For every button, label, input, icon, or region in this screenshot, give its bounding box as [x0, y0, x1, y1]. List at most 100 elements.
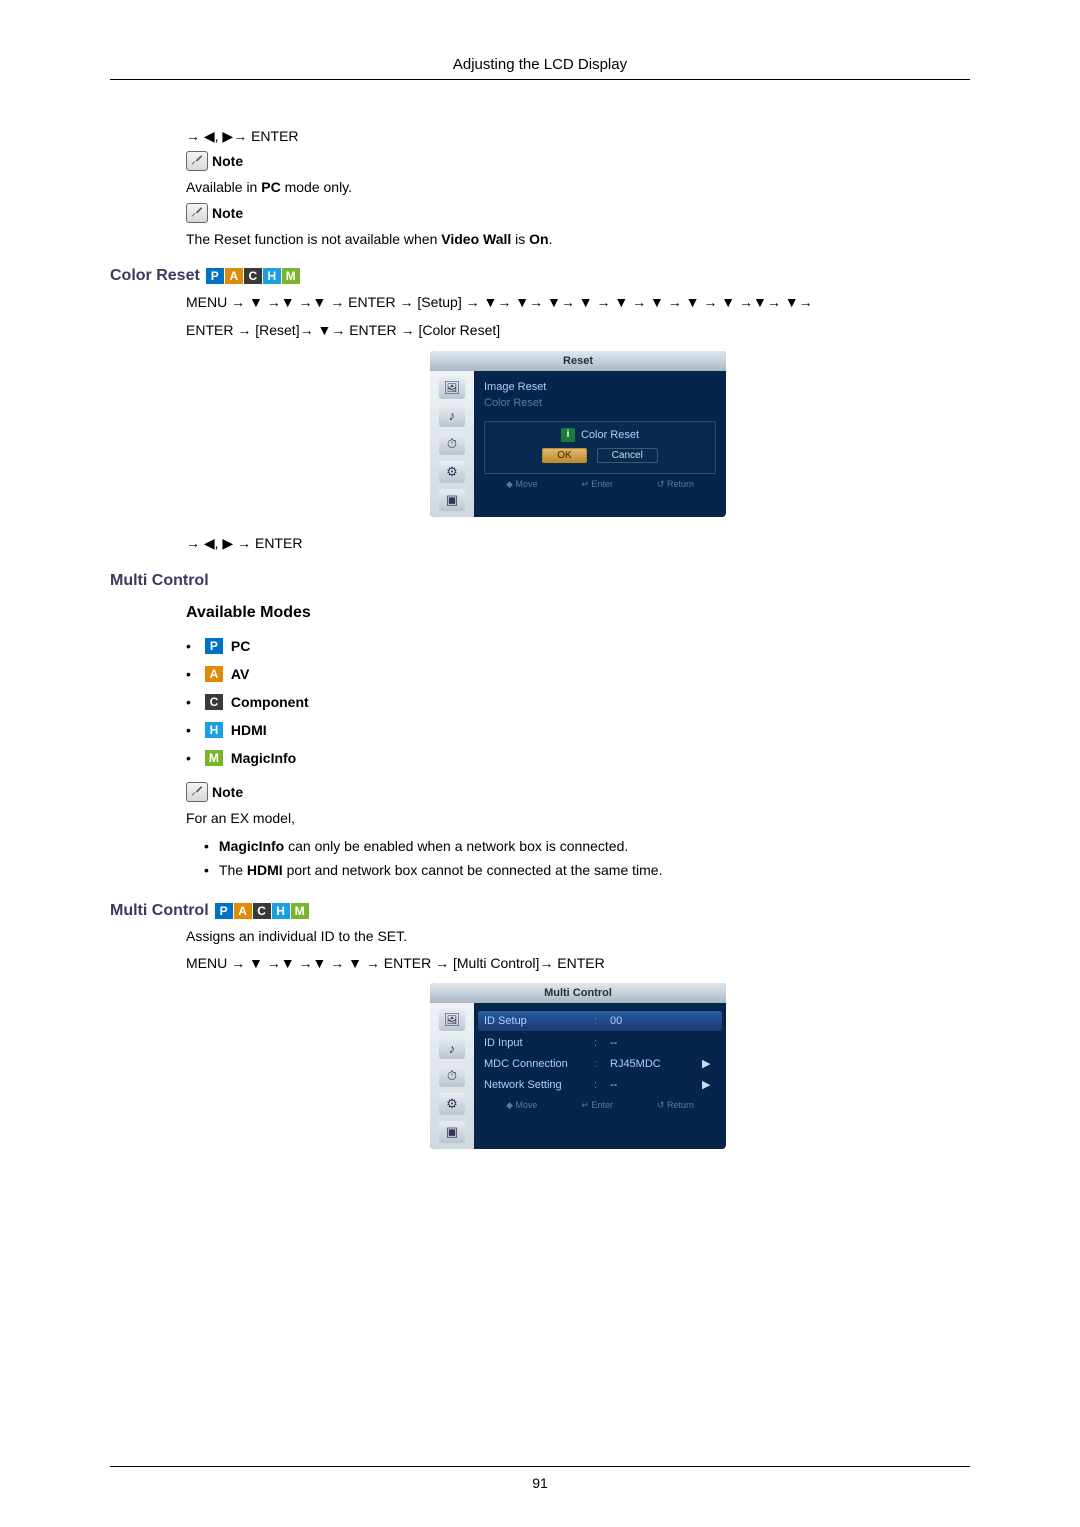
- osd-row-value: RJ45MDC: [610, 1058, 702, 1070]
- mode-label: Component: [231, 694, 309, 710]
- mode-badge-a: A: [205, 666, 223, 682]
- osd-row-value: 00: [610, 1015, 716, 1027]
- osd-row-sep: :: [594, 1058, 610, 1070]
- osd-footer-move: ◆ Move: [506, 479, 537, 490]
- section-title-multi-control: Multi Control: [110, 572, 970, 590]
- mode-badges: P A C H M: [215, 903, 309, 919]
- osd-item-image-reset[interactable]: Image Reset: [484, 379, 716, 395]
- menu-path-line-2: ENTER → [Reset]→ ▼→ ENTER → [Color Reset…: [186, 319, 970, 343]
- osd-row-sep: :: [594, 1015, 610, 1027]
- osd-title: Multi Control: [430, 983, 726, 1003]
- mode-badges: P A C H M: [206, 268, 300, 284]
- badge-a: A: [234, 903, 252, 919]
- mode-item: P PC: [186, 632, 970, 660]
- osd-panel-reset: Reset 🖼 ♪ ⏱ ⚙ ▣ Image Reset Color Reset …: [430, 351, 726, 517]
- mode-item: M MagicInfo: [186, 744, 970, 772]
- note-label: Note: [212, 153, 243, 169]
- section-title-color-reset: Color Reset P A C H M: [110, 267, 970, 285]
- side-icon-picture: 🖼: [439, 377, 465, 399]
- side-icon-setup: ⚙: [439, 461, 465, 483]
- footer-rule: [110, 1466, 970, 1467]
- osd-footer-move: ◆ Move: [506, 1100, 537, 1111]
- nav-arrow-enter-2: → ◀, ▶ → ENTER: [186, 535, 970, 552]
- nav-arrow-enter-1: → ◀, ▶→ ENTER: [186, 128, 970, 145]
- side-icon-sound: ♪: [439, 405, 465, 427]
- badge-h: H: [263, 268, 281, 284]
- osd-row-sep: :: [594, 1037, 610, 1049]
- mode-label: AV: [231, 666, 249, 682]
- mode-label: HDMI: [231, 722, 267, 738]
- osd-footer-return: ↺ Return: [657, 1100, 694, 1111]
- osd-row-sep: :: [594, 1079, 610, 1091]
- note-bullets: MagicInfo can only be enabled when a net…: [186, 834, 970, 882]
- osd-row[interactable]: MDC Connection:RJ45MDC▶: [484, 1053, 716, 1074]
- note-icon: [186, 151, 208, 171]
- osd-row-label: MDC Connection: [484, 1058, 594, 1070]
- page-header-title: Adjusting the LCD Display: [110, 56, 970, 80]
- mode-item: C Component: [186, 688, 970, 716]
- osd-side-icons: 🖼 ♪ ⏱ ⚙ ▣: [430, 371, 474, 517]
- mode-badge-h: H: [205, 722, 223, 738]
- note-label: Note: [212, 784, 243, 800]
- note-bullet: MagicInfo can only be enabled when a net…: [186, 834, 970, 858]
- badge-p: P: [206, 268, 224, 284]
- menu-path-multi-control: MENU → ▼ →▼ →▼ → ▼ → ENTER → [Multi Cont…: [186, 952, 970, 976]
- mode-item: A AV: [186, 660, 970, 688]
- mode-badge-m: M: [205, 750, 223, 766]
- mode-item: H HDMI: [186, 716, 970, 744]
- mode-badge-c: C: [205, 694, 223, 710]
- side-icon-multi: ▣: [439, 1121, 465, 1143]
- note-icon: [186, 782, 208, 802]
- badge-p: P: [215, 903, 233, 919]
- side-icon-sound: ♪: [439, 1037, 465, 1059]
- osd-row-value: --: [610, 1079, 702, 1091]
- note-label: Note: [212, 205, 243, 221]
- osd-footer-return: ↺ Return: [657, 479, 694, 490]
- badge-h: H: [272, 903, 290, 919]
- mode-badge-p: P: [205, 638, 223, 654]
- badge-a: A: [225, 268, 243, 284]
- side-icon-picture: 🖼: [439, 1009, 465, 1031]
- osd-footer-enter: ↵ Enter: [581, 1100, 613, 1111]
- mode-label: PC: [231, 638, 250, 654]
- page-number: 91: [0, 1475, 1080, 1491]
- osd-confirm-dialog: i Color Reset OK Cancel: [484, 421, 716, 474]
- osd-row-label: Network Setting: [484, 1079, 594, 1091]
- section-title-multi-control-2: Multi Control P A C H M: [110, 902, 970, 920]
- chevron-right-icon: ▶: [702, 1057, 716, 1070]
- osd-row[interactable]: Network Setting:--▶: [484, 1074, 716, 1095]
- note-lead-text: For an EX model,: [186, 810, 970, 826]
- osd-row-label: ID Setup: [484, 1015, 594, 1027]
- multi-control-desc: Assigns an individual ID to the SET.: [186, 928, 970, 944]
- side-icon-setup: ⚙: [439, 1093, 465, 1115]
- side-icon-multi: ▣: [439, 489, 465, 511]
- osd-confirm-title-text: Color Reset: [581, 429, 639, 441]
- badge-c: C: [244, 268, 262, 284]
- side-icon-clock: ⏱: [439, 1065, 465, 1087]
- osd-side-icons: 🖼 ♪ ⏱ ⚙ ▣: [430, 1003, 474, 1149]
- subheading-available-modes: Available Modes: [186, 604, 970, 622]
- osd-row-value: --: [610, 1037, 716, 1049]
- side-icon-clock: ⏱: [439, 433, 465, 455]
- badge-c: C: [253, 903, 271, 919]
- mode-label: MagicInfo: [231, 750, 296, 766]
- note-text-2: The Reset function is not available when…: [186, 231, 970, 247]
- available-modes-list: P PC A AV C Component H HDMI M MagicInfo: [186, 632, 970, 772]
- osd-row[interactable]: ID Input:--: [484, 1033, 716, 1053]
- badge-m: M: [282, 268, 300, 284]
- note-icon: [186, 203, 208, 223]
- chevron-right-icon: ▶: [702, 1078, 716, 1091]
- osd-cancel-button[interactable]: Cancel: [597, 448, 658, 463]
- osd-ok-button[interactable]: OK: [542, 448, 586, 463]
- osd-row[interactable]: ID Setup:00: [478, 1011, 722, 1031]
- note-bullet: The HDMI port and network box cannot be …: [186, 858, 970, 882]
- badge-m: M: [291, 903, 309, 919]
- osd-item-color-reset[interactable]: Color Reset: [484, 395, 716, 411]
- osd-panel-multi-control: Multi Control 🖼 ♪ ⏱ ⚙ ▣ ID Setup:00ID In…: [430, 983, 726, 1149]
- osd-footer-enter: ↵ Enter: [581, 479, 613, 490]
- note-text-1: Available in PC mode only. Available in …: [186, 179, 970, 195]
- osd-row-label: ID Input: [484, 1037, 594, 1049]
- menu-path-line-1: MENU → ▼ →▼ →▼ → ENTER → [Setup] → ▼→ ▼→…: [186, 291, 970, 315]
- osd-title: Reset: [430, 351, 726, 371]
- info-icon: i: [561, 428, 575, 442]
